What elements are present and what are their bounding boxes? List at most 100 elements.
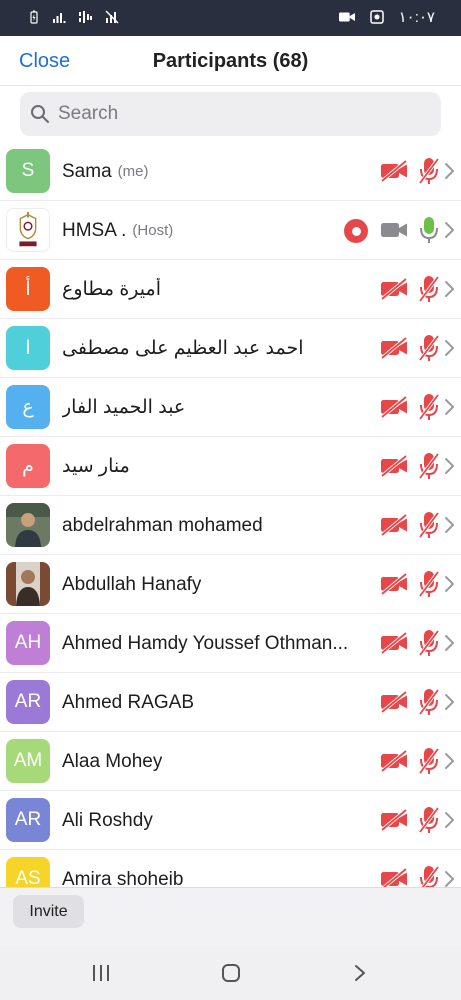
- participant-role-tag: (me): [117, 163, 149, 180]
- status-left-icons: [26, 10, 120, 24]
- avatar: AS: [6, 857, 50, 887]
- mic-muted-icon[interactable]: [418, 569, 440, 599]
- mic-muted-icon[interactable]: [418, 864, 440, 887]
- participant-row[interactable]: AH Ahmed Hamdy Youssef Othman...: [0, 614, 461, 673]
- participant-row[interactable]: Abdullah Hanafy: [0, 555, 461, 614]
- avatar: AM: [6, 739, 50, 783]
- participant-name: Sama: [62, 160, 112, 182]
- participant-name: Ahmed RAGAB: [62, 691, 194, 713]
- mic-muted-icon[interactable]: [418, 392, 440, 422]
- participant-row[interactable]: AM Alaa Mohey: [0, 732, 461, 791]
- participant-name-group: عبد الحميد الفار: [62, 378, 362, 437]
- chevron-right-icon: [444, 634, 456, 652]
- participant-name: احمد عبد العظيم على مصطفى: [62, 338, 304, 359]
- participant-row[interactable]: AS Amira shoheib: [0, 850, 461, 887]
- chevron-right-icon: [444, 693, 456, 711]
- page-title: Participants (68): [152, 50, 309, 72]
- participant-name: أميرة مطاوع: [62, 279, 161, 300]
- chevron-right-icon: [444, 575, 456, 593]
- avatar-initials: ا: [25, 337, 31, 359]
- avatar: [6, 562, 50, 606]
- mic-muted-icon[interactable]: [418, 687, 440, 717]
- back-icon[interactable]: [348, 961, 372, 985]
- camera-off-icon: [380, 277, 408, 301]
- invite-button[interactable]: Invite: [13, 895, 84, 928]
- avatar: AR: [6, 798, 50, 842]
- camera-off-icon: [380, 159, 408, 183]
- camera-off-icon: [380, 690, 408, 714]
- mic-muted-icon[interactable]: [418, 746, 440, 776]
- participant-row[interactable]: S Sama (me): [0, 142, 461, 201]
- header: Close Participants (68): [0, 36, 461, 86]
- camera-off-icon: [380, 572, 408, 596]
- chevron-right-icon: [444, 457, 456, 475]
- participant-name: عبد الحميد الفار: [62, 397, 186, 418]
- avatar-initials: S: [21, 160, 35, 181]
- mic-muted-icon[interactable]: [418, 628, 440, 658]
- avatar: AH: [6, 621, 50, 665]
- recent-apps-icon[interactable]: [89, 961, 113, 985]
- camera-off-icon: [380, 513, 408, 537]
- participant-name: abdelrahman mohamed: [62, 514, 263, 536]
- bottom-toolbar: Invite: [0, 887, 461, 945]
- camera-icon: [380, 218, 408, 242]
- participant-name: Ahmed Hamdy Youssef Othman...: [62, 632, 349, 654]
- participant-list[interactable]: S Sama (me) HMSA . (Host) أ أميرة مطاوع ا احمد ع…: [0, 142, 461, 887]
- mic-muted-icon[interactable]: [418, 451, 440, 481]
- avatar: ا: [6, 326, 50, 370]
- participant-row[interactable]: ع عبد الحميد الفار: [0, 378, 461, 437]
- mic-muted-icon[interactable]: [418, 156, 440, 186]
- avatar-initials: AM: [13, 750, 43, 771]
- participant-row[interactable]: HMSA . (Host): [0, 201, 461, 260]
- camera-off-icon: [380, 395, 408, 419]
- chevron-right-icon: [444, 811, 456, 829]
- camera-off-icon: [380, 631, 408, 655]
- status-bar: ١٠:٠٧: [0, 0, 461, 36]
- avatar: ع: [6, 385, 50, 429]
- chevron-right-icon: [444, 162, 456, 180]
- chevron-right-icon: [444, 752, 456, 770]
- signal-bars-icon: [52, 10, 68, 24]
- search-input[interactable]: [58, 92, 428, 136]
- participant-name-group: Ahmed RAGAB: [62, 673, 362, 732]
- camera-off-icon: [380, 749, 408, 773]
- video-call-icon: [338, 10, 355, 24]
- avatar-initials: م: [22, 455, 34, 477]
- participant-row[interactable]: AR Ali Roshdy: [0, 791, 461, 850]
- chevron-right-icon: [444, 280, 456, 298]
- participant-name: Abdullah Hanafy: [62, 573, 202, 595]
- participant-role-tag: (Host): [132, 222, 174, 239]
- no-signal-icon: [104, 10, 120, 24]
- screenshot-icon: [369, 10, 385, 24]
- avatar: S: [6, 149, 50, 193]
- signal-bars-2-icon: [78, 10, 94, 24]
- mic-muted-icon[interactable]: [418, 274, 440, 304]
- participant-row[interactable]: أ أميرة مطاوع: [0, 260, 461, 319]
- avatar: [6, 503, 50, 547]
- avatar: AR: [6, 680, 50, 724]
- mic-icon[interactable]: [418, 215, 440, 245]
- participant-name: Alaa Mohey: [62, 750, 163, 772]
- participant-name: منار سيد: [62, 456, 130, 477]
- system-nav-bar: [0, 945, 461, 1000]
- participant-row[interactable]: ا احمد عبد العظيم على مصطفى: [0, 319, 461, 378]
- participant-name-group: Alaa Mohey: [62, 732, 362, 791]
- chevron-right-icon: [444, 516, 456, 534]
- search-bar[interactable]: [20, 92, 441, 136]
- mic-muted-icon[interactable]: [418, 510, 440, 540]
- participant-name: Ali Roshdy: [62, 809, 153, 831]
- avatar: [6, 208, 50, 252]
- camera-off-icon: [380, 808, 408, 832]
- mic-muted-icon[interactable]: [418, 333, 440, 363]
- home-icon[interactable]: [219, 961, 243, 985]
- avatar-initials: ع: [22, 396, 34, 418]
- avatar-initials: AH: [14, 632, 42, 653]
- avatar: م: [6, 444, 50, 488]
- participant-row[interactable]: AR Ahmed RAGAB: [0, 673, 461, 732]
- mic-muted-icon[interactable]: [418, 805, 440, 835]
- camera-off-icon: [380, 336, 408, 360]
- participant-name-group: احمد عبد العظيم على مصطفى: [62, 319, 362, 378]
- chevron-right-icon: [444, 221, 456, 239]
- participant-row[interactable]: abdelrahman mohamed: [0, 496, 461, 555]
- participant-row[interactable]: م منار سيد: [0, 437, 461, 496]
